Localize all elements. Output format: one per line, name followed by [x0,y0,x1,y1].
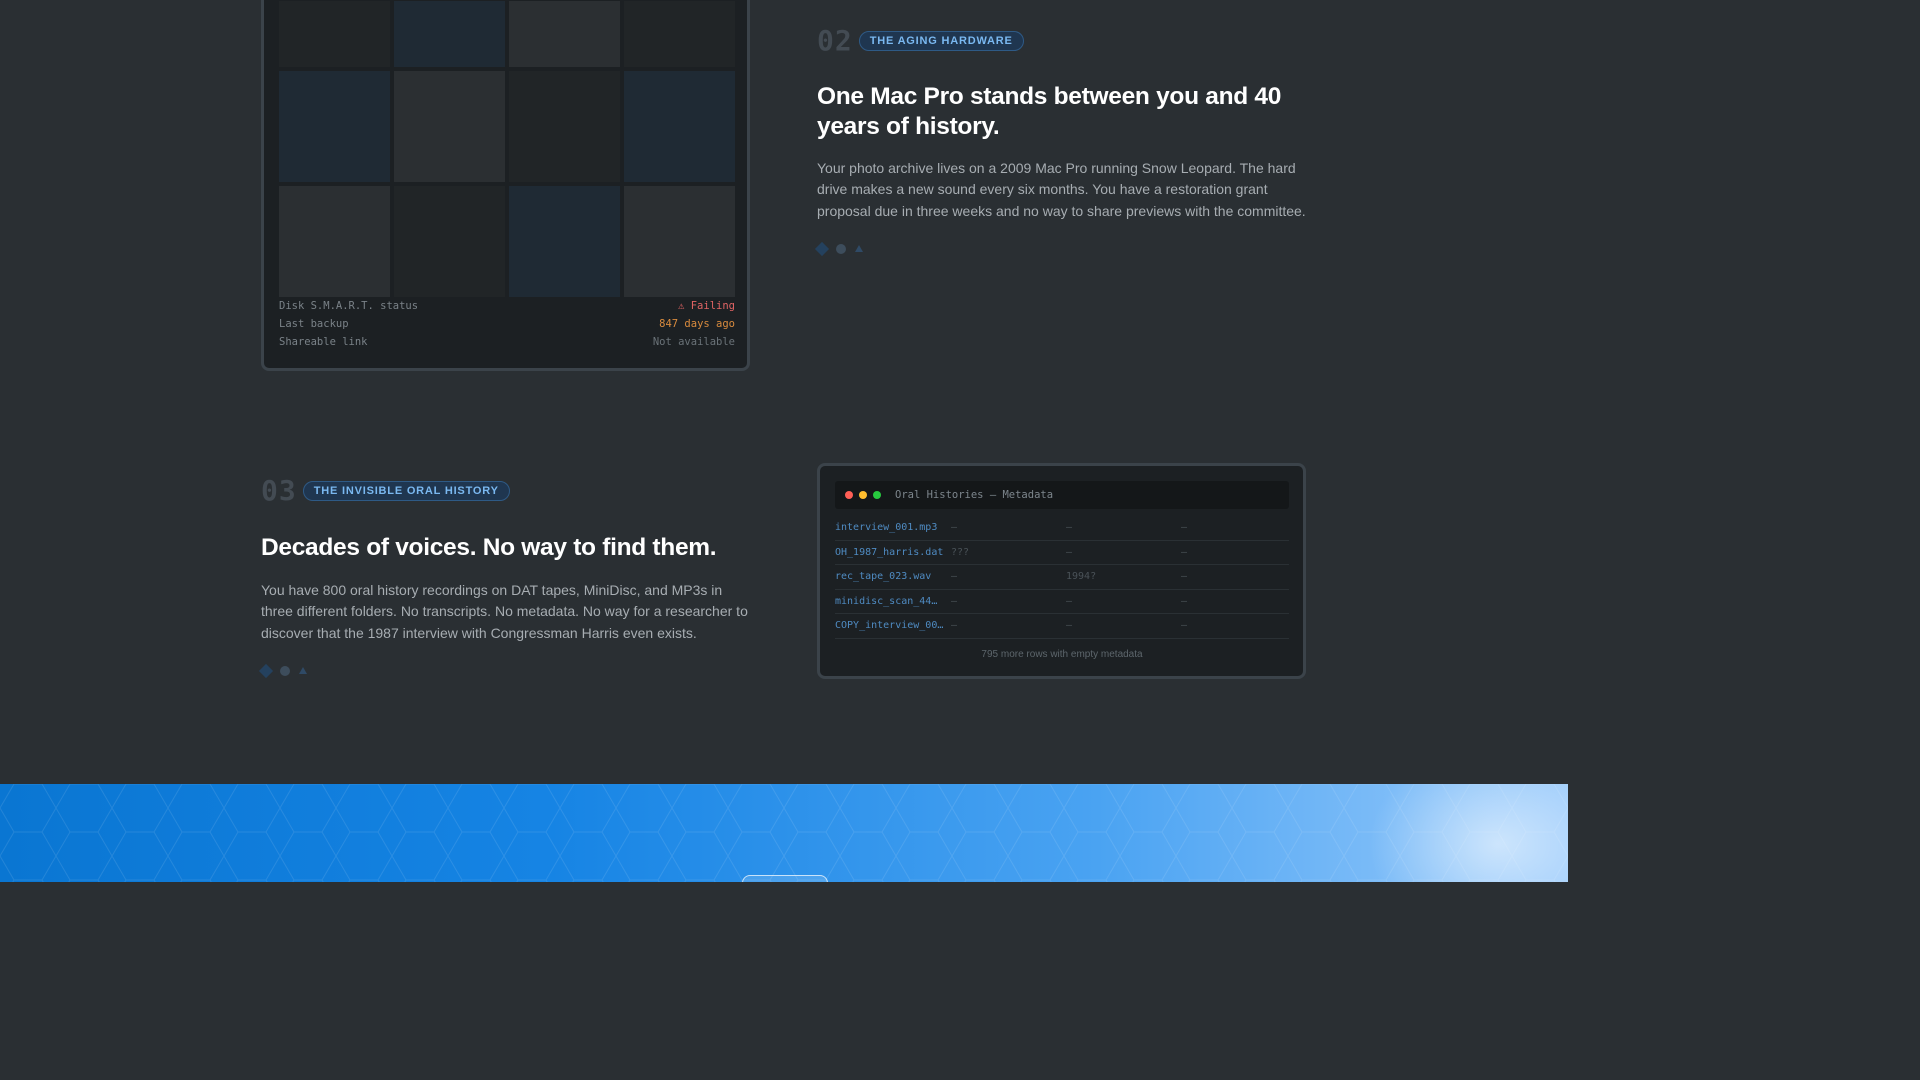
table-row: interview_001.mp3 — — — [835,516,1289,541]
meta-value: Not available [652,336,735,348]
metadata-cell: — [1066,595,1073,607]
meta-value: ⚠ Failing [678,300,735,312]
meta-key: Last backup [279,318,349,330]
metadata-cell: ??? [951,546,970,558]
circle-icon [280,665,290,676]
diamond-icon [258,663,274,678]
table-footer-note: 795 more rows with empty metadata [981,649,1143,660]
section-title: Decades of voices. No way to find them. [261,534,717,561]
table-row: OH_1987_harris.dat ??? — — [835,541,1289,565]
photo-thumbnail [279,186,390,297]
photo-thumbnail [394,71,505,182]
circle-icon [836,243,846,254]
table-row: rec_tape_023.wav — 1994? — [835,565,1289,590]
metadata-cell: — [1181,546,1188,558]
metadata-window: Oral Histories — Metadata interview_001.… [817,463,1306,679]
metadata-cell: — [951,522,958,534]
section-number: 03 [261,474,297,507]
metadata-cell: 1994? [1066,571,1097,583]
photo-thumbnail [509,186,620,297]
cta-button[interactable] [742,875,828,882]
table-row: minidisc_scan_44… — — — [835,590,1289,614]
minimize-window-icon [859,491,867,499]
photo-thumbnail-grid [279,1,735,297]
hardware-status-card: Disk S.M.A.R.T. status ⚠ Failing Last ba… [261,0,750,371]
metadata-cell: — [1066,546,1073,558]
section-header: 02 THE AGING HARDWARE [817,24,1317,57]
metadata-cell: — [951,571,958,583]
photo-thumbnail [509,1,620,67]
section-tag: THE INVISIBLE ORAL HISTORY [302,480,510,501]
metadata-cell: — [1181,620,1188,632]
metadata-table: interview_001.mp3 — — — OH_1987_harris.d… [835,516,1289,639]
section-tag: THE AGING HARDWARE [858,30,1024,51]
section-number: 02 [817,24,853,57]
section-title: One Mac Pro stands between you and 40 ye… [817,83,1282,140]
metadata-cell: — [1066,620,1073,632]
photo-thumbnail [624,186,735,297]
photo-thumbnail [624,71,735,182]
section-header: 03 THE INVISIBLE ORAL HISTORY [261,474,751,507]
meta-row-last-backup: Last backup 847 days ago [279,315,735,333]
window-title: Oral Histories — Metadata [895,489,1054,501]
photo-thumbnail [509,71,620,182]
table-row: COPY_interview_00… — — — [835,614,1289,639]
triangle-icon [855,245,863,253]
decorative-shapes [258,663,751,678]
close-window-icon [845,491,853,499]
window-titlebar: Oral Histories — Metadata [835,481,1289,509]
meta-row-shareable-link: Shareable link Not available [279,333,735,351]
metadata-cell: — [951,620,958,632]
photo-thumbnail [279,71,390,182]
metadata-cell: — [1181,595,1188,607]
section-oral-history: 03 THE INVISIBLE ORAL HISTORY Decades of… [258,474,751,678]
section-aging-hardware: 02 THE AGING HARDWARE One Mac Pro stands… [814,24,1317,256]
metadata-cell: — [1066,522,1073,534]
band-glow [1368,784,1568,882]
maximize-window-icon [873,491,881,499]
diamond-icon [814,241,830,256]
photo-thumbnail [394,186,505,297]
photo-thumbnail [624,1,735,67]
section-body: You have 800 oral history recordings on … [261,582,748,641]
meta-row-smart-status: Disk S.M.A.R.T. status ⚠ Failing [279,297,735,315]
metadata-cell: — [1181,522,1188,534]
metadata-cell: — [1181,571,1188,583]
cta-gradient-band [0,784,1568,882]
decorative-shapes [814,241,1317,256]
hexagon-pattern [0,784,1568,882]
section-body: Your photo archive lives on a 2009 Mac P… [817,160,1306,219]
photo-thumbnail [394,1,505,67]
file-name: interview_001.mp3 [835,522,938,534]
meta-key: Shareable link [279,336,368,348]
meta-value: 847 days ago [659,318,735,330]
meta-key: Disk S.M.A.R.T. status [279,300,419,312]
hardware-meta-list: Disk S.M.A.R.T. status ⚠ Failing Last ba… [279,297,735,351]
file-name: rec_tape_023.wav [835,571,932,583]
file-name: OH_1987_harris.dat [835,546,944,558]
metadata-cell: — [951,595,958,607]
file-name: COPY_interview_00… [835,620,944,632]
file-name: minidisc_scan_44… [835,595,938,607]
photo-thumbnail [279,1,390,67]
triangle-icon [299,667,307,675]
